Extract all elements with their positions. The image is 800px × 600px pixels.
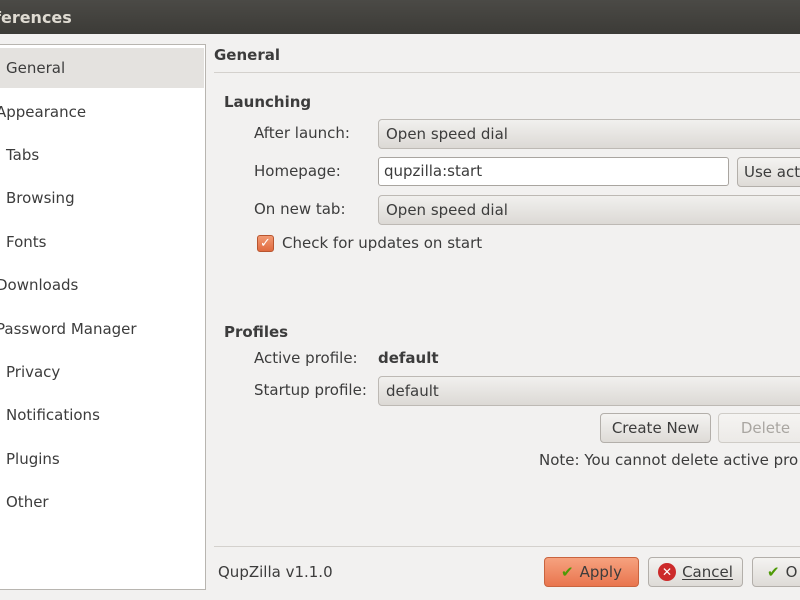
sidebar-item-browsing[interactable]: Browsing <box>0 178 204 218</box>
homepage-input[interactable]: qupzilla:start <box>378 157 729 186</box>
create-new-label: Create New <box>611 419 700 437</box>
sidebar-item-plugins[interactable]: Plugins <box>0 439 204 479</box>
sidebar-item-general[interactable]: General <box>0 48 204 88</box>
window-title: ferences <box>0 8 72 27</box>
profile-note: Note: You cannot delete active pro <box>539 451 799 469</box>
page-title: General <box>214 46 280 64</box>
sidebar-item-appearance[interactable]: Appearance <box>0 92 200 132</box>
ok-label: O <box>785 563 798 581</box>
after-launch-value: Open speed dial <box>386 125 508 143</box>
sidebar-item-tabs[interactable]: Tabs <box>0 135 204 175</box>
divider <box>214 546 800 547</box>
check-updates-label: Check for updates on start <box>282 234 483 252</box>
sidebar-item-label: Notifications <box>6 406 100 424</box>
homepage-value: qupzilla:start <box>384 162 483 180</box>
cancel-button[interactable]: ✕ Cancel <box>648 557 743 587</box>
sidebar-item-label: Appearance <box>0 103 87 121</box>
checkmark-icon: ✔ <box>561 563 574 581</box>
apply-label: Apply <box>579 563 622 581</box>
sidebar-item-notifications[interactable]: Notifications <box>0 395 204 435</box>
sidebar-item-other[interactable]: Other <box>0 482 204 522</box>
startup-profile-label: Startup profile: <box>254 381 367 399</box>
active-profile-value: default <box>378 349 439 367</box>
homepage-label: Homepage: <box>254 162 341 180</box>
create-new-profile-button[interactable]: Create New <box>600 413 711 443</box>
sidebar-item-label: Downloads <box>0 276 79 294</box>
sidebar-item-privacy[interactable]: Privacy <box>0 352 204 392</box>
preferences-sidebar: General Appearance Tabs Browsing Fonts D… <box>0 44 206 590</box>
sidebar-item-fonts[interactable]: Fonts <box>0 222 204 262</box>
startup-profile-select[interactable]: default <box>378 376 800 406</box>
sidebar-item-password-manager[interactable]: Password Manager <box>0 309 200 349</box>
launching-section-title: Launching <box>224 93 312 111</box>
sidebar-item-label: Plugins <box>6 450 60 468</box>
sidebar-item-downloads[interactable]: Downloads <box>0 265 200 305</box>
after-launch-label: After launch: <box>254 124 350 142</box>
sidebar-item-label: Password Manager <box>0 320 137 338</box>
cancel-label: Cancel <box>682 563 733 581</box>
sidebar-item-label: Privacy <box>6 363 61 381</box>
sidebar-item-label: General <box>6 59 66 77</box>
sidebar-item-label: Tabs <box>6 146 40 164</box>
delete-label: Delete <box>740 419 791 437</box>
profiles-section-title: Profiles <box>224 323 289 341</box>
apply-button[interactable]: ✔ Apply <box>544 557 639 587</box>
active-profile-label: Active profile: <box>254 349 358 367</box>
sidebar-item-label: Browsing <box>6 189 75 207</box>
divider <box>214 72 800 73</box>
use-current-button[interactable]: Use acti <box>737 157 800 187</box>
sidebar-item-label: Other <box>6 493 49 511</box>
new-tab-select[interactable]: Open speed dial <box>378 195 800 225</box>
ok-button[interactable]: ✔ O <box>752 557 800 587</box>
cancel-icon: ✕ <box>658 563 677 581</box>
window-titlebar: ferences <box>0 0 800 34</box>
use-current-label: Use acti <box>744 163 800 181</box>
after-launch-select[interactable]: Open speed dial <box>378 119 800 149</box>
version-label: QupZilla v1.1.0 <box>218 563 333 581</box>
new-tab-value: Open speed dial <box>386 201 508 219</box>
delete-profile-button[interactable]: Delete <box>718 413 800 443</box>
new-tab-label: On new tab: <box>254 200 346 218</box>
startup-profile-value: default <box>386 382 439 400</box>
check-updates-checkbox[interactable]: ✓ <box>257 235 274 252</box>
sidebar-item-label: Fonts <box>6 233 47 251</box>
checkmark-icon: ✔ <box>767 563 780 581</box>
